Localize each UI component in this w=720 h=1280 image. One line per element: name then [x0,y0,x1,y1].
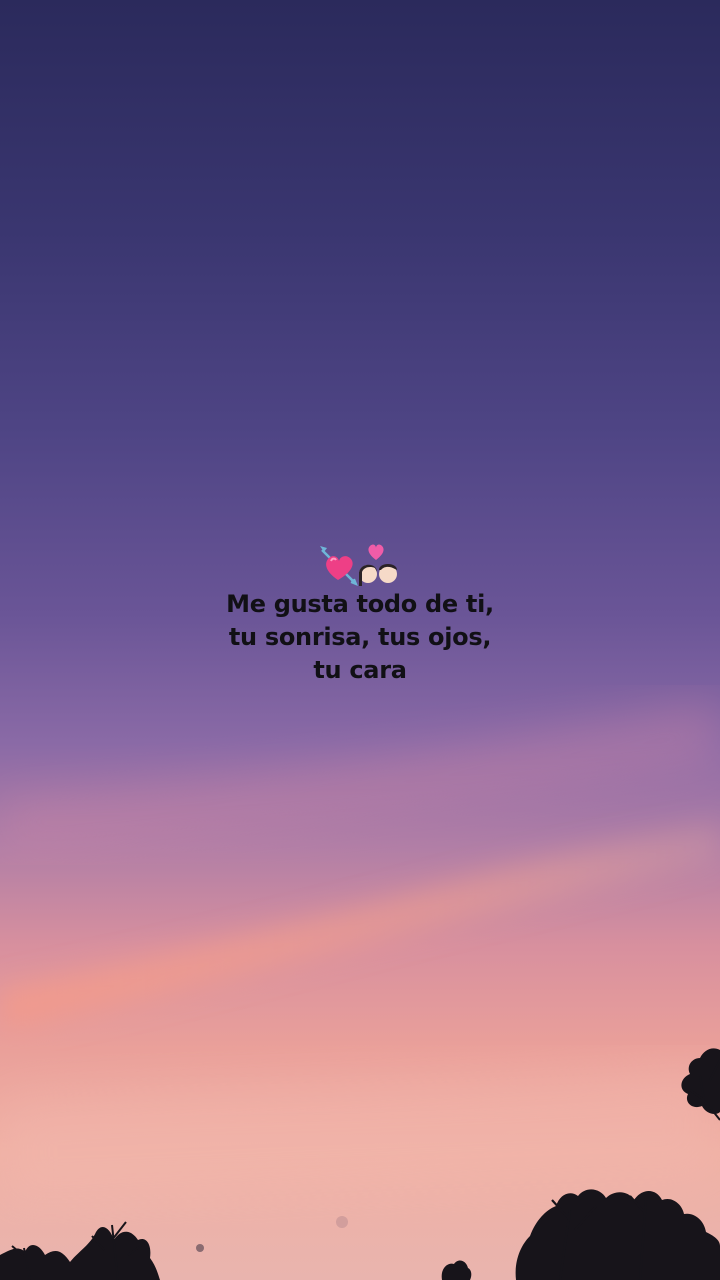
bird-speck [336,1216,348,1228]
bird-speck [196,1244,204,1252]
tree-left [0,1221,160,1280]
tree-silhouettes [0,1048,720,1280]
tree-right [515,1189,720,1280]
tree-right-top [681,1048,720,1121]
bush-center [441,1260,472,1280]
